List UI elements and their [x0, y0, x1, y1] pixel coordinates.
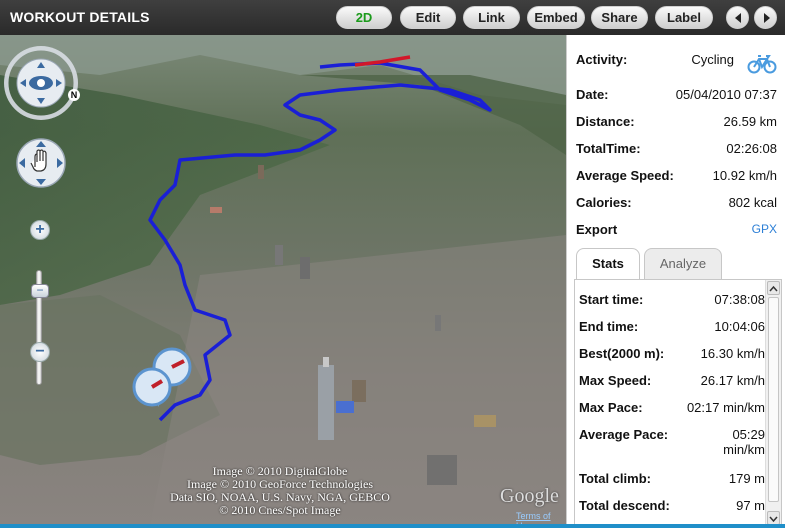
total-time-value: 02:26:08 — [726, 141, 777, 156]
workout-details-window: WORKOUT DETAILS 2D Edit Link Embed Share… — [0, 0, 785, 528]
stats-scrollbar[interactable] — [765, 280, 781, 525]
share-button[interactable]: Share — [591, 6, 648, 29]
export-label: Export — [576, 222, 618, 237]
average-pace-unit: min/km — [723, 442, 765, 457]
end-time-label: End time: — [579, 319, 639, 334]
max-pace-label: Max Pace: — [579, 400, 643, 415]
calories-value: 802 kcal — [728, 195, 777, 210]
calories-row: Calories: 802 kcal — [576, 195, 782, 215]
chevron-up-icon — [769, 285, 778, 292]
distance-label: Distance: — [576, 114, 635, 129]
link-button[interactable]: Link — [463, 6, 520, 29]
max-speed-value: 26.17 km/h — [700, 373, 765, 388]
edit-button[interactable]: Edit — [400, 6, 456, 29]
next-button[interactable] — [754, 6, 777, 29]
page-title: WORKOUT DETAILS — [10, 9, 150, 25]
north-icon[interactable]: N — [68, 89, 80, 101]
distance-row: Distance: 26.59 km — [576, 114, 782, 134]
earth-map-view[interactable]: N + − − Image © 2010 DigitalGlobe Image … — [0, 35, 566, 525]
stats-list[interactable]: Start time: 07:38:08 End time: 10:04:06 … — [574, 279, 782, 525]
average-speed-value: 10.92 km/h — [712, 168, 777, 183]
previous-button[interactable] — [726, 6, 749, 29]
best-2000m-value: 16.30 km/h — [700, 346, 765, 361]
terms-of-use-link[interactable]: Terms of Use — [516, 511, 566, 525]
scroll-up-button[interactable] — [767, 281, 780, 295]
average-pace-number: 05:29 — [732, 427, 765, 442]
max-pace-value: 02:17 min/km — [686, 400, 765, 415]
scroll-down-button[interactable] — [767, 511, 780, 525]
embed-button[interactable]: Embed — [527, 6, 585, 29]
zoom-out-button[interactable]: − — [30, 342, 50, 362]
tab-analyze[interactable]: Analyze — [644, 248, 722, 279]
average-pace-value: 05:29 min/km — [723, 427, 765, 457]
total-time-row: TotalTime: 02:26:08 — [576, 141, 782, 161]
activity-value: Cycling — [691, 52, 734, 67]
total-descend-label: Total descend: — [579, 498, 670, 513]
map-terrain — [0, 35, 566, 525]
bicycle-icon — [747, 55, 777, 74]
end-time-value: 10:04:06 — [714, 319, 765, 334]
distance-value: 26.59 km — [723, 114, 777, 129]
total-climb-value: 179 m — [728, 471, 765, 486]
export-gpx-link[interactable]: GPX — [752, 222, 777, 236]
tab-stats[interactable]: Stats — [576, 248, 640, 279]
total-descend-value: 97 m — [736, 498, 765, 513]
zoom-in-button[interactable]: + — [30, 220, 50, 240]
start-end-markers[interactable] — [132, 347, 194, 423]
max-speed-label: Max Speed: — [579, 373, 652, 388]
header-bar: WORKOUT DETAILS 2D Edit Link Embed Share… — [0, 0, 785, 35]
total-time-label: TotalTime: — [576, 141, 641, 156]
average-pace-label: Average Pace: — [579, 427, 669, 442]
average-speed-label: Average Speed: — [576, 168, 674, 183]
average-pace-row: Average Pace: 05:29 min/km — [579, 427, 765, 463]
arrow-right-icon — [764, 13, 770, 23]
workout-summary-panel: Activity: Cycling Date: 05/04/2010 07:37… — [566, 35, 785, 525]
best-2000m-label: Best(2000 m): — [579, 346, 665, 361]
date-value: 05/04/2010 07:37 — [675, 87, 777, 102]
bottom-accent-bar — [0, 524, 785, 528]
look-control[interactable] — [4, 46, 78, 120]
zoom-slider-thumb[interactable]: − — [31, 284, 49, 298]
export-row: Export GPX — [576, 222, 782, 242]
move-control[interactable] — [15, 137, 67, 189]
average-speed-row: Average Speed: 10.92 km/h — [576, 168, 782, 188]
activity-label: Activity: — [576, 52, 628, 67]
calories-label: Calories: — [576, 195, 632, 210]
google-logo: Google — [500, 485, 559, 507]
view-2d-button[interactable]: 2D — [336, 6, 392, 29]
start-time-label: Start time: — [579, 292, 644, 307]
label-button[interactable]: Label — [655, 6, 713, 29]
date-label: Date: — [576, 87, 609, 102]
credit-line: © 2010 Cnes/Spot Image — [219, 503, 341, 517]
stats-tabs: Stats Analyze — [576, 248, 785, 279]
date-row: Date: 05/04/2010 07:37 — [576, 87, 782, 107]
arrow-left-icon — [735, 13, 741, 23]
scrollbar-thumb[interactable] — [768, 297, 779, 502]
imagery-credits: Image © 2010 DigitalGlobe Image © 2010 G… — [120, 465, 440, 517]
total-climb-label: Total climb: — [579, 471, 651, 486]
start-time-value: 07:38:08 — [714, 292, 765, 307]
